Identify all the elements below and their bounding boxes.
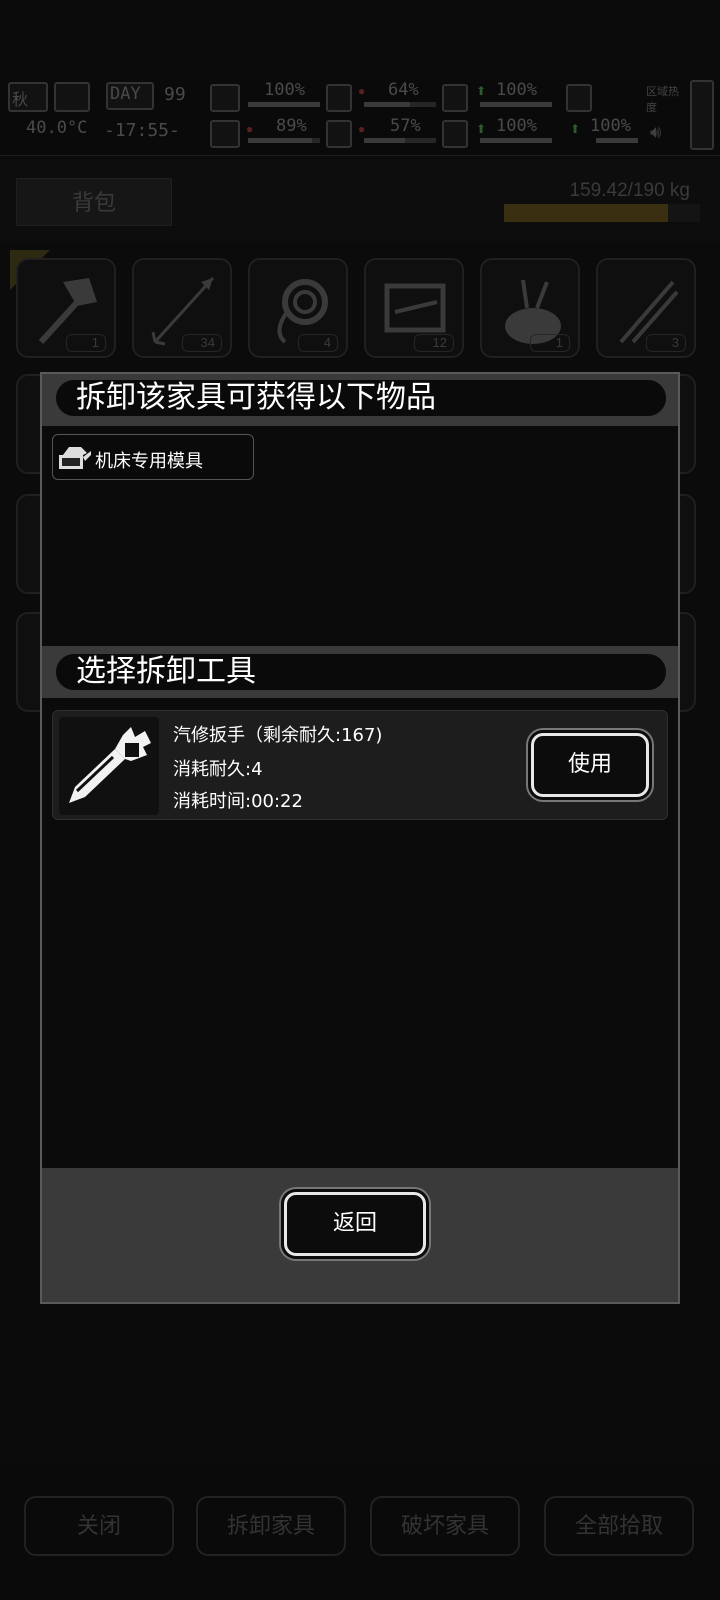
dismantle-furniture-button[interactable]: 拆卸家具 <box>196 1496 346 1556</box>
inventory-slot-rope[interactable]: 4 <box>248 258 348 358</box>
hunger-bar <box>364 102 436 107</box>
stamina-trend-icon: ⬆ <box>570 122 581 136</box>
tool-name: 汽修扳手（剩余耐久:167) <box>173 725 383 746</box>
mood-trend-icon: ⬆ <box>476 122 487 136</box>
stamina-icon <box>566 84 592 112</box>
sanity-bar <box>248 138 320 143</box>
thirst-trend-icon: ● <box>358 122 366 136</box>
back-button[interactable]: 返回 <box>284 1192 426 1256</box>
obtain-title-bar: 拆卸该家具可获得以下物品 <box>42 374 678 426</box>
medkit-icon <box>210 84 240 112</box>
brain-icon <box>210 120 240 148</box>
status-hud: 秋 40.0°C DAY 99 -17:55- 100% ● 64% ⬆ 100… <box>0 78 720 156</box>
stomach-icon <box>326 84 352 112</box>
inventory-slot-pliers[interactable]: 3 <box>596 258 696 358</box>
action-footer: 关闭 拆卸家具 破坏家具 全部拾取 <box>0 1466 720 1600</box>
health-bar <box>248 102 320 107</box>
pickup-all-button[interactable]: 全部拾取 <box>544 1496 694 1556</box>
obtain-section-title: 拆卸该家具可获得以下物品 <box>54 378 668 418</box>
bladder-trend-icon: ⬆ <box>476 84 487 98</box>
tool-option: 汽修扳手（剩余耐久:167) 消耗耐久:4 消耗时间:00:22 使用 <box>52 710 668 820</box>
tool-durability-cost: 消耗耐久:4 <box>173 759 263 780</box>
water-drop-icon <box>326 120 352 148</box>
use-tool-button[interactable]: 使用 <box>531 733 649 797</box>
obtained-item-label: 机床专用模具 <box>95 451 203 472</box>
item-count: 1 <box>66 334 106 352</box>
tool-icon-frame <box>59 717 159 815</box>
season-label: 秋 <box>12 90 29 109</box>
sanity-trend-icon: ● <box>246 122 254 136</box>
volume-icon[interactable]: 🔊︎ <box>650 122 661 143</box>
temperature-readout: 40.0°C <box>26 118 88 138</box>
inventory-slot-arrow[interactable]: 34 <box>132 258 232 358</box>
item-count: 1 <box>530 334 570 352</box>
bladder-bar <box>480 102 552 107</box>
item-count: 34 <box>182 334 222 352</box>
tool-title-bar: 选择拆卸工具 <box>42 646 678 698</box>
destroy-furniture-button[interactable]: 破坏家具 <box>370 1496 520 1556</box>
backpack-header: 背包 159.42/190 kg <box>0 160 720 242</box>
clock-readout: -17:55- <box>104 120 180 141</box>
wrench-icon <box>69 727 151 803</box>
dismantle-dialog: 拆卸该家具可获得以下物品 机床专用模具 选择拆卸工具 汽修扳手（剩余耐久:167… <box>40 372 680 1304</box>
backpack-tab[interactable]: 背包 <box>16 178 172 226</box>
dialog-footer: 返回 <box>42 1168 678 1302</box>
item-count: 4 <box>298 334 338 352</box>
machine-mold-icon <box>59 447 91 469</box>
mood-bar <box>480 138 552 143</box>
obtained-item[interactable]: 机床专用模具 <box>52 434 254 480</box>
tools-list: 汽修扳手（剩余耐久:167) 消耗耐久:4 消耗时间:00:22 使用 <box>42 698 678 1168</box>
sanity-value: 89% <box>276 116 307 136</box>
inventory-slot-axe[interactable]: 1 <box>16 258 116 358</box>
item-count: 3 <box>646 334 686 352</box>
heart-icon <box>442 120 468 148</box>
bladder-value: 100% <box>496 80 537 100</box>
mood-value: 100% <box>496 116 537 136</box>
thirst-value: 57% <box>390 116 421 136</box>
health-value: 100% <box>264 80 305 100</box>
inventory-slot-tool-bag[interactable]: 1 <box>480 258 580 358</box>
tool-section-title: 选择拆卸工具 <box>54 652 668 692</box>
day-value: 99 <box>164 84 186 105</box>
close-button[interactable]: 关闭 <box>24 1496 174 1556</box>
zone-heat-meter <box>690 80 714 150</box>
stamina-value: 100% <box>590 116 631 136</box>
thirst-bar <box>364 138 436 143</box>
obtained-items-list: 机床专用模具 <box>42 426 678 646</box>
inventory-slot-toolbox[interactable]: 12 <box>364 258 464 358</box>
sun-icon <box>54 82 90 112</box>
backpack-weight: 159.42/190 kg <box>569 180 690 201</box>
bladder-icon <box>442 84 468 112</box>
day-label: DAY <box>110 84 141 104</box>
zone-heat-label: 区域热度 <box>646 85 679 114</box>
item-count: 12 <box>414 334 454 352</box>
tool-time-cost: 消耗时间:00:22 <box>173 791 303 812</box>
hunger-value: 64% <box>388 80 419 100</box>
stamina-bar <box>596 138 638 143</box>
hunger-trend-icon: ● <box>358 84 366 98</box>
backpack-weight-bar <box>504 204 700 222</box>
